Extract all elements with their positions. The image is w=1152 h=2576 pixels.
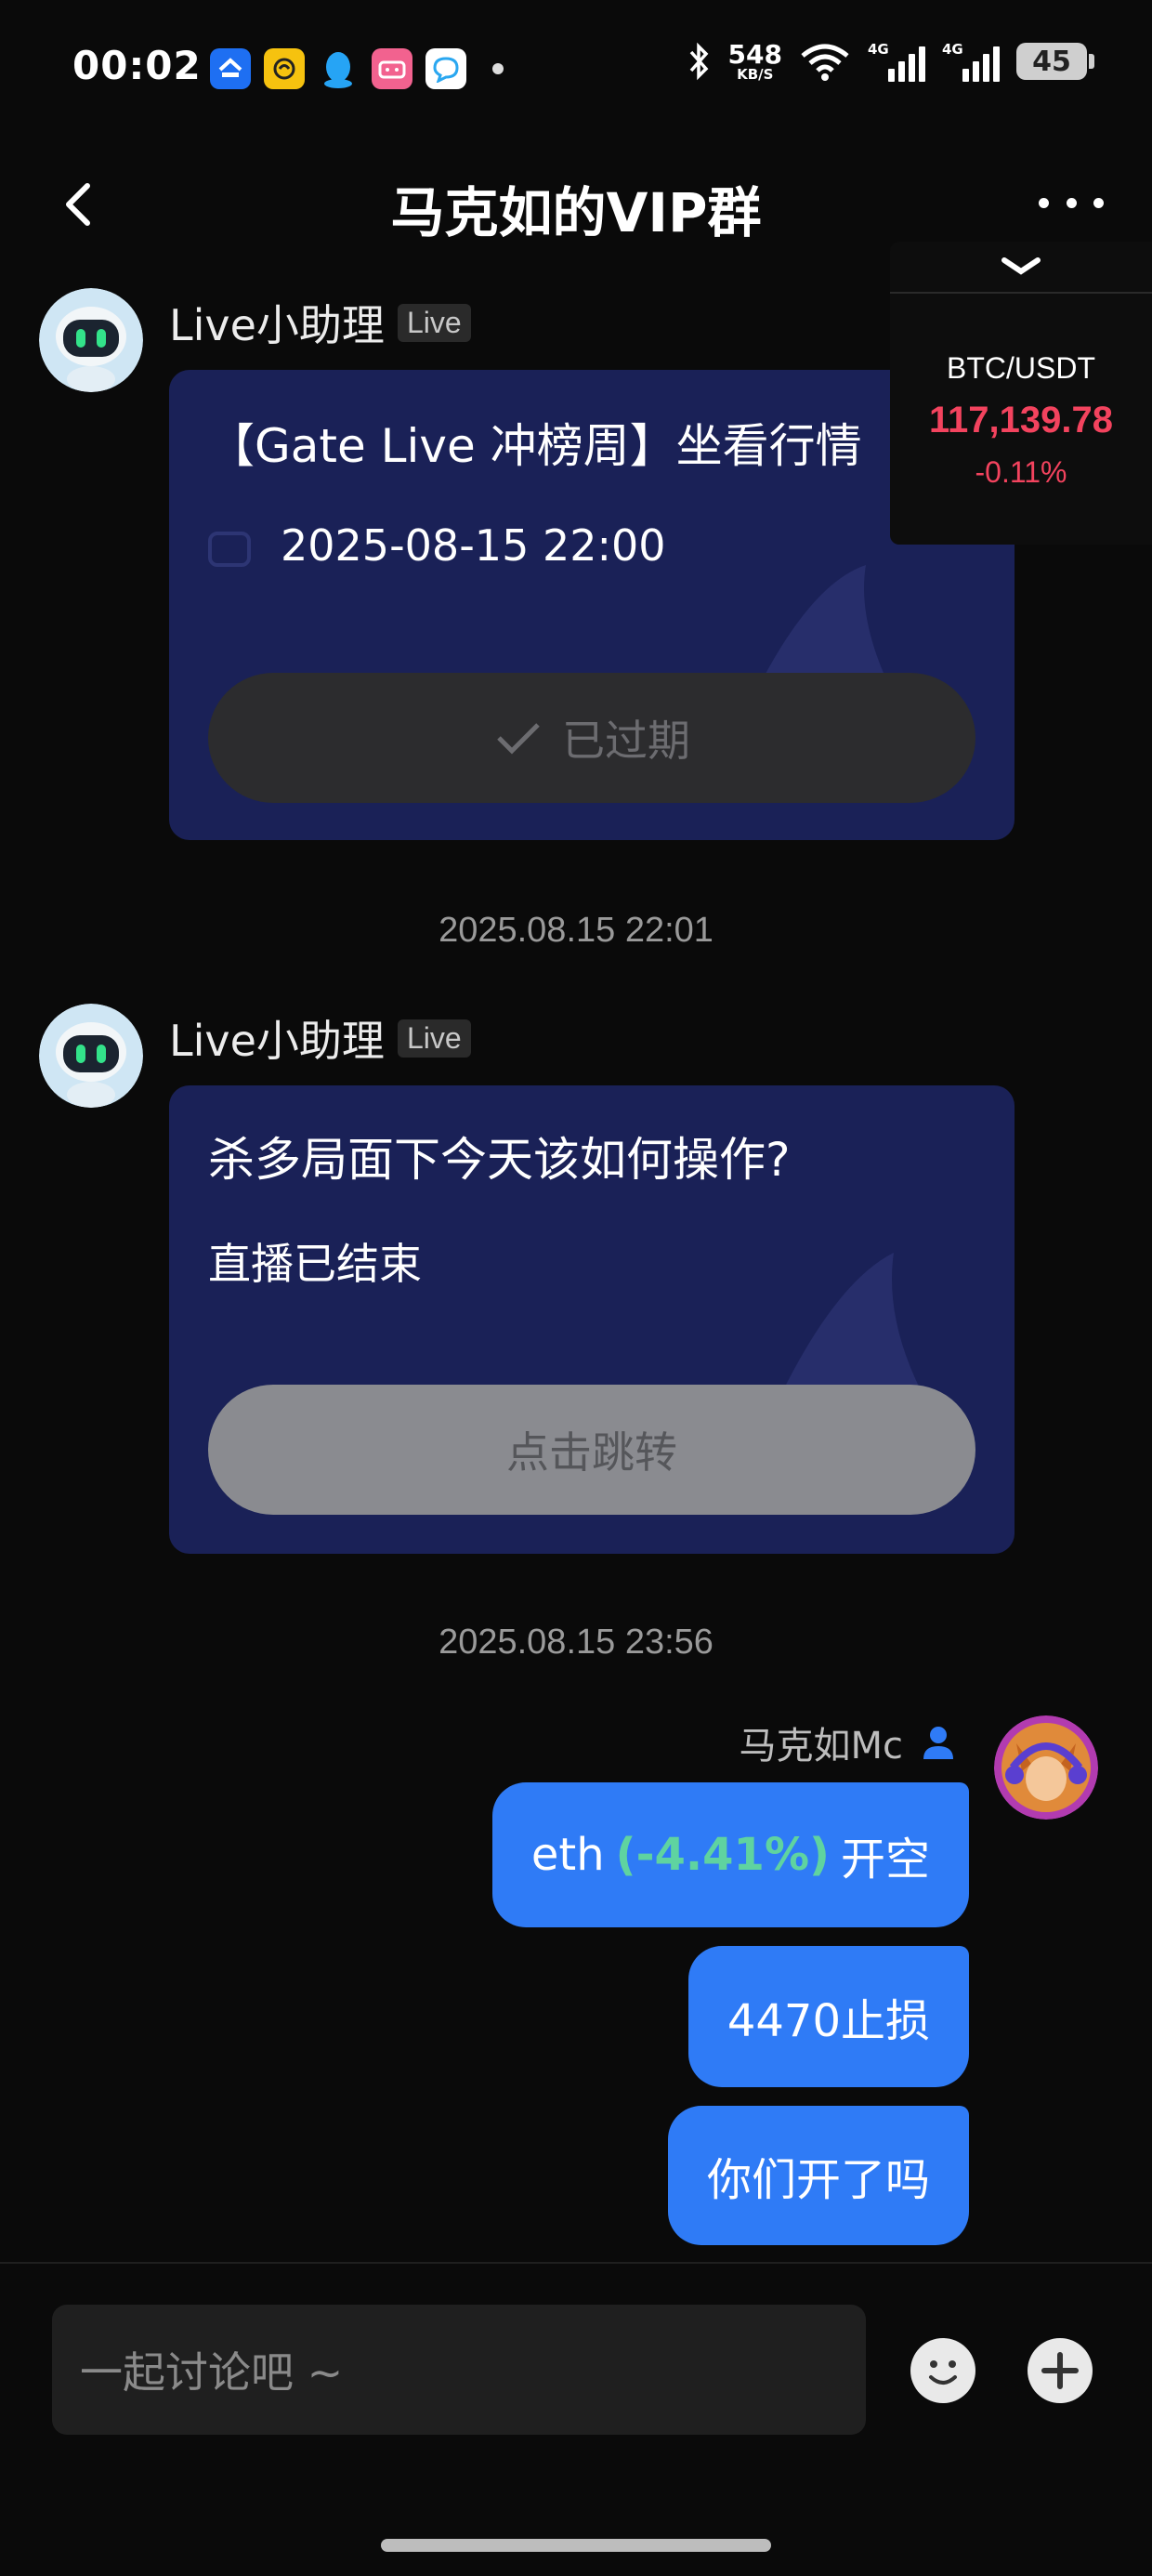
home-indicator[interactable] <box>381 2539 771 2552</box>
more-dot-icon <box>1093 197 1104 208</box>
app-icon-2 <box>264 48 305 89</box>
message-bubble[interactable]: eth (-4.41%) 开空 <box>491 1782 969 1927</box>
avatar-live-assistant[interactable] <box>39 288 143 392</box>
chevron-down-icon <box>1001 257 1041 275</box>
more-dot-icon <box>1066 197 1077 208</box>
calendar-icon <box>208 532 251 567</box>
battery-icon: 45 <box>1016 43 1094 80</box>
fox-avatar-icon <box>994 1715 1098 1820</box>
ticker-change: -0.11% <box>975 455 1067 489</box>
sender-row: Live小助理 Live <box>169 1007 471 1069</box>
cell-signal-2-icon: 4G <box>942 41 1000 82</box>
signal-1-label: 4G <box>868 41 889 58</box>
status-app-icons <box>210 48 504 89</box>
qq-icon <box>318 48 359 89</box>
signal-2-label: 4G <box>942 41 963 58</box>
live-event-card[interactable]: 【Gate Live 冲榜周】坐看行情 2025-08-15 22:00 已过期 <box>169 370 1015 840</box>
net-speed-unit: KB/S <box>737 65 774 83</box>
my-sender-row: 马克如Mc <box>739 1715 957 1769</box>
bubble-percent: (-4.41%) <box>615 1829 830 1881</box>
ticker-pair: BTC/USDT <box>947 351 1095 385</box>
bluetooth-icon <box>689 42 708 81</box>
card-title: 杀多局面下今天该如何操作? <box>208 1133 791 1187</box>
avatar-live-assistant[interactable] <box>39 1004 143 1108</box>
status-time: 00:02 <box>72 43 202 88</box>
emoji-button[interactable] <box>910 2338 975 2403</box>
jump-button[interactable]: 点击跳转 <box>208 1385 975 1515</box>
ticker-price: 117,139.78 <box>929 400 1113 440</box>
plus-icon <box>1041 2352 1079 2389</box>
app-icon-1 <box>210 48 251 89</box>
live-event-card[interactable]: 杀多局面下今天该如何操作? 直播已结束 点击跳转 <box>169 1085 1015 1554</box>
jump-button-label: 点击跳转 <box>506 1427 677 1478</box>
my-sender-name: 马克如Mc <box>739 1725 903 1768</box>
sender-name: Live小助理 <box>169 300 385 350</box>
message-input[interactable]: 一起讨论吧 ~ <box>52 2305 866 2435</box>
more-notifications-dot-icon <box>492 63 504 74</box>
sender-name: Live小助理 <box>169 1016 385 1066</box>
price-ticker-widget[interactable]: BTC/USDT 117,139.78 -0.11% <box>890 242 1152 545</box>
check-icon <box>497 723 540 755</box>
card-title: 【Gate Live 冲榜周】坐看行情 <box>208 419 862 473</box>
message-bubble[interactable]: 你们开了吗 <box>667 2106 969 2245</box>
input-bar: 一起讨论吧 ~ <box>0 2262 1152 2576</box>
live-tag: Live <box>397 303 471 342</box>
live-tag: Live <box>397 1019 471 1058</box>
timestamp: 2025.08.15 23:56 <box>439 1623 713 1662</box>
bubble-text: eth <box>530 1829 605 1881</box>
bubble-text: 你们开了吗 <box>706 2154 930 2206</box>
more-options-button[interactable] <box>1039 184 1104 221</box>
member-icon <box>923 1727 953 1759</box>
status-bar: 00:02 548 KB/S 4G 4G 45 <box>0 0 1152 130</box>
card-decoration-icon <box>782 1253 922 1392</box>
bubble-text: 开空 <box>840 1833 930 1886</box>
message-icon <box>425 48 466 89</box>
net-speed: 548 KB/S <box>727 38 782 83</box>
wifi-icon <box>801 44 849 81</box>
cell-signal-1-icon: 4G <box>868 41 925 82</box>
bubble-text: 4470止损 <box>727 1995 930 2047</box>
card-status: 直播已结束 <box>208 1239 422 1289</box>
add-attachment-button[interactable] <box>1028 2338 1093 2403</box>
card-datetime: 2025-08-15 22:00 <box>281 520 666 571</box>
smiley-icon <box>929 2360 957 2385</box>
expired-button-label: 已过期 <box>562 716 690 766</box>
avatar-self[interactable] <box>994 1715 1098 1820</box>
net-speed-value: 548 <box>727 38 782 70</box>
robot-avatar-icon <box>39 1004 143 1108</box>
sender-row: Live小助理 Live <box>169 292 471 353</box>
status-indicators: 548 KB/S 4G 4G 45 <box>686 38 1094 83</box>
expired-button[interactable]: 已过期 <box>208 673 975 803</box>
page-title: 马克如的VIP群 <box>390 181 762 244</box>
message-bubble[interactable]: 4470止损 <box>687 1946 969 2087</box>
robot-avatar-icon <box>39 288 143 392</box>
ticker-collapse-button[interactable] <box>890 242 1152 294</box>
timestamp: 2025.08.15 22:01 <box>439 911 713 950</box>
chat-header: 马克如的VIP群 <box>0 158 1152 251</box>
bilibili-icon <box>372 48 412 89</box>
more-dot-icon <box>1039 197 1049 208</box>
